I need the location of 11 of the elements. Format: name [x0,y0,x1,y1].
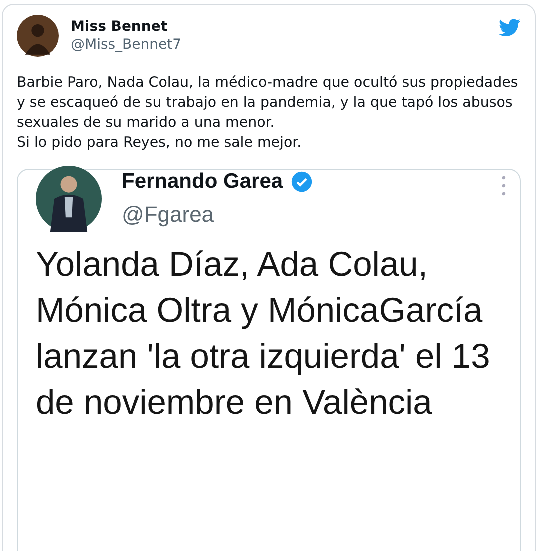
avatar-icon[interactable] [17,15,59,57]
attached-screenshot[interactable]: Fernando Garea @Fgarea Yolanda Díaz, Ada Colau, Mónica Oltra y MónicaGarcía lanzan 'la otra izquierda' el 13 de noviembre en València [17,169,521,551]
bird-icon [499,19,521,37]
tweet-text: Barbie Paro, Nada Colau, la médico-madre que ocultó sus propiedades y se escaqueó de su trabajo en la pandemia, y la que tapó los abusos sexuales de su marido a una menor. Si lo pido para Reyes, no me sale mejor. [17,74,520,153]
screenshot-tweet-text: Yolanda Díaz, Ada Colau, Mónica Oltra y MónicaGarcía lanzan 'la otra izquierda' el 13 de noviembre en València [36,245,492,424]
author-handle[interactable]: @Miss_Bennet7 [71,37,182,53]
more-icon [502,176,506,196]
author-name[interactable]: Miss Bennet [71,19,168,35]
avatar-icon [36,166,102,232]
author-handle: @Fgarea [122,202,214,228]
author-name: Fernando Garea [122,170,284,194]
